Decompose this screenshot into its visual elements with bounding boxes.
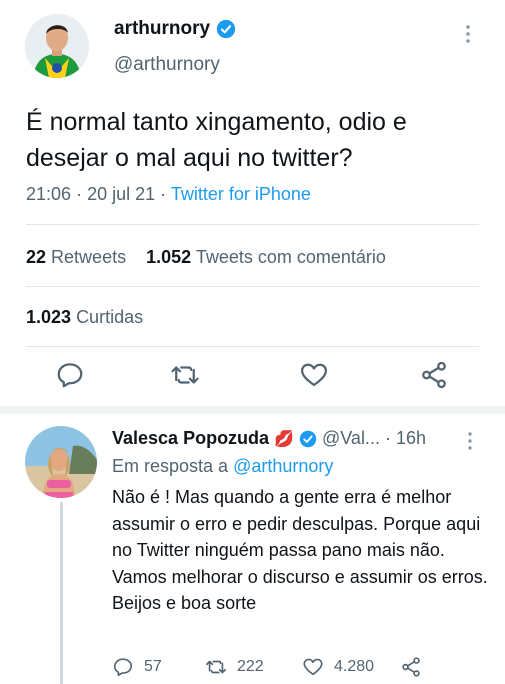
- more-vertical-icon[interactable]: [463, 430, 477, 452]
- retweet-icon[interactable]: [205, 656, 227, 678]
- reply-avatar[interactable]: [25, 426, 97, 498]
- retweet-action[interactable]: 222: [205, 656, 264, 678]
- tweet-date[interactable]: 20 jul 21: [87, 184, 155, 204]
- author-row: arthurnory: [114, 18, 236, 40]
- divider: [26, 224, 479, 225]
- reply-count: 57: [144, 658, 162, 675]
- retweet-count: 222: [237, 658, 264, 675]
- likes-label: Curtidas: [76, 307, 144, 327]
- like-count: 4.280: [334, 658, 375, 675]
- in-reply-mention[interactable]: @arthurnory: [233, 456, 333, 476]
- reply-action[interactable]: 57: [112, 656, 162, 678]
- divider: [26, 346, 479, 347]
- likes-stat[interactable]: 1.023 Curtidas: [26, 307, 143, 327]
- main-tweet: arthurnory @arthurnory É normal tanto xi…: [0, 0, 505, 405]
- tweet-time: 21:06: [26, 184, 72, 204]
- quotes-label: Tweets com comentário: [195, 247, 386, 267]
- share-icon[interactable]: [419, 360, 449, 390]
- divider: [26, 286, 479, 287]
- meta-separator: ·: [160, 184, 171, 204]
- reply-text: Não é ! Mas quando a gente erra é melhor…: [112, 487, 488, 613]
- retweets-stat[interactable]: 22 Retweets: [26, 247, 126, 267]
- tweet-actions: [0, 360, 505, 396]
- section-separator: [0, 406, 505, 414]
- quotes-stat[interactable]: 1.052 Tweets com comentário: [146, 247, 386, 267]
- tweet-source[interactable]: Twitter for iPhone: [171, 184, 311, 204]
- user-handle[interactable]: @arthurnory: [114, 54, 220, 76]
- reply-actions: 57 222 4.280: [112, 656, 502, 680]
- reply-icon[interactable]: [55, 360, 85, 390]
- heart-icon[interactable]: [302, 656, 324, 678]
- meta-separator: ·: [76, 184, 88, 204]
- display-name[interactable]: arthurnory: [114, 18, 210, 40]
- reply-tweet[interactable]: Valesca Popozuda 💋 @Val... · 16h Em resp…: [0, 414, 505, 684]
- in-reply-prefix: Em resposta a: [112, 456, 229, 476]
- like-action[interactable]: 4.280: [302, 656, 374, 678]
- in-reply-to: Em resposta a @arthurnory: [112, 456, 333, 477]
- avatar-image: [25, 14, 89, 78]
- quotes-count: 1.052: [146, 247, 192, 267]
- verified-badge-icon: [299, 430, 317, 447]
- retweet-icon[interactable]: [170, 360, 200, 390]
- reply-author-row: Valesca Popozuda 💋 @Val... · 16h: [112, 428, 426, 449]
- engagement-stats-row: 22 Retweets 1.052 Tweets com comentário: [26, 247, 386, 268]
- tweet-meta: 21:06 · 20 jul 21 · Twitter for iPhone: [26, 184, 311, 205]
- more-vertical-icon[interactable]: [459, 22, 477, 46]
- thread-line: [60, 502, 63, 684]
- reply-icon[interactable]: [112, 656, 134, 678]
- lips-emoji: 💋: [274, 430, 294, 448]
- retweets-label: Retweets: [51, 247, 127, 267]
- heart-icon[interactable]: [299, 360, 329, 390]
- share-action[interactable]: [400, 656, 422, 678]
- likes-count: 1.023: [26, 307, 72, 327]
- likes-stats-row: 1.023 Curtidas: [26, 307, 143, 328]
- share-icon[interactable]: [400, 656, 422, 678]
- tweet-text: É normal tanto xingamento, odio e deseja…: [26, 108, 407, 172]
- avatar[interactable]: [25, 14, 89, 78]
- verified-badge-icon: [216, 19, 236, 39]
- reply-handle[interactable]: @Val...: [322, 428, 380, 449]
- avatar-image: [25, 426, 97, 498]
- reply-display-name[interactable]: Valesca Popozuda: [112, 428, 269, 449]
- reply-time[interactable]: 16h: [396, 428, 426, 449]
- meta-separator: ·: [384, 428, 391, 448]
- retweets-count: 22: [26, 247, 47, 267]
